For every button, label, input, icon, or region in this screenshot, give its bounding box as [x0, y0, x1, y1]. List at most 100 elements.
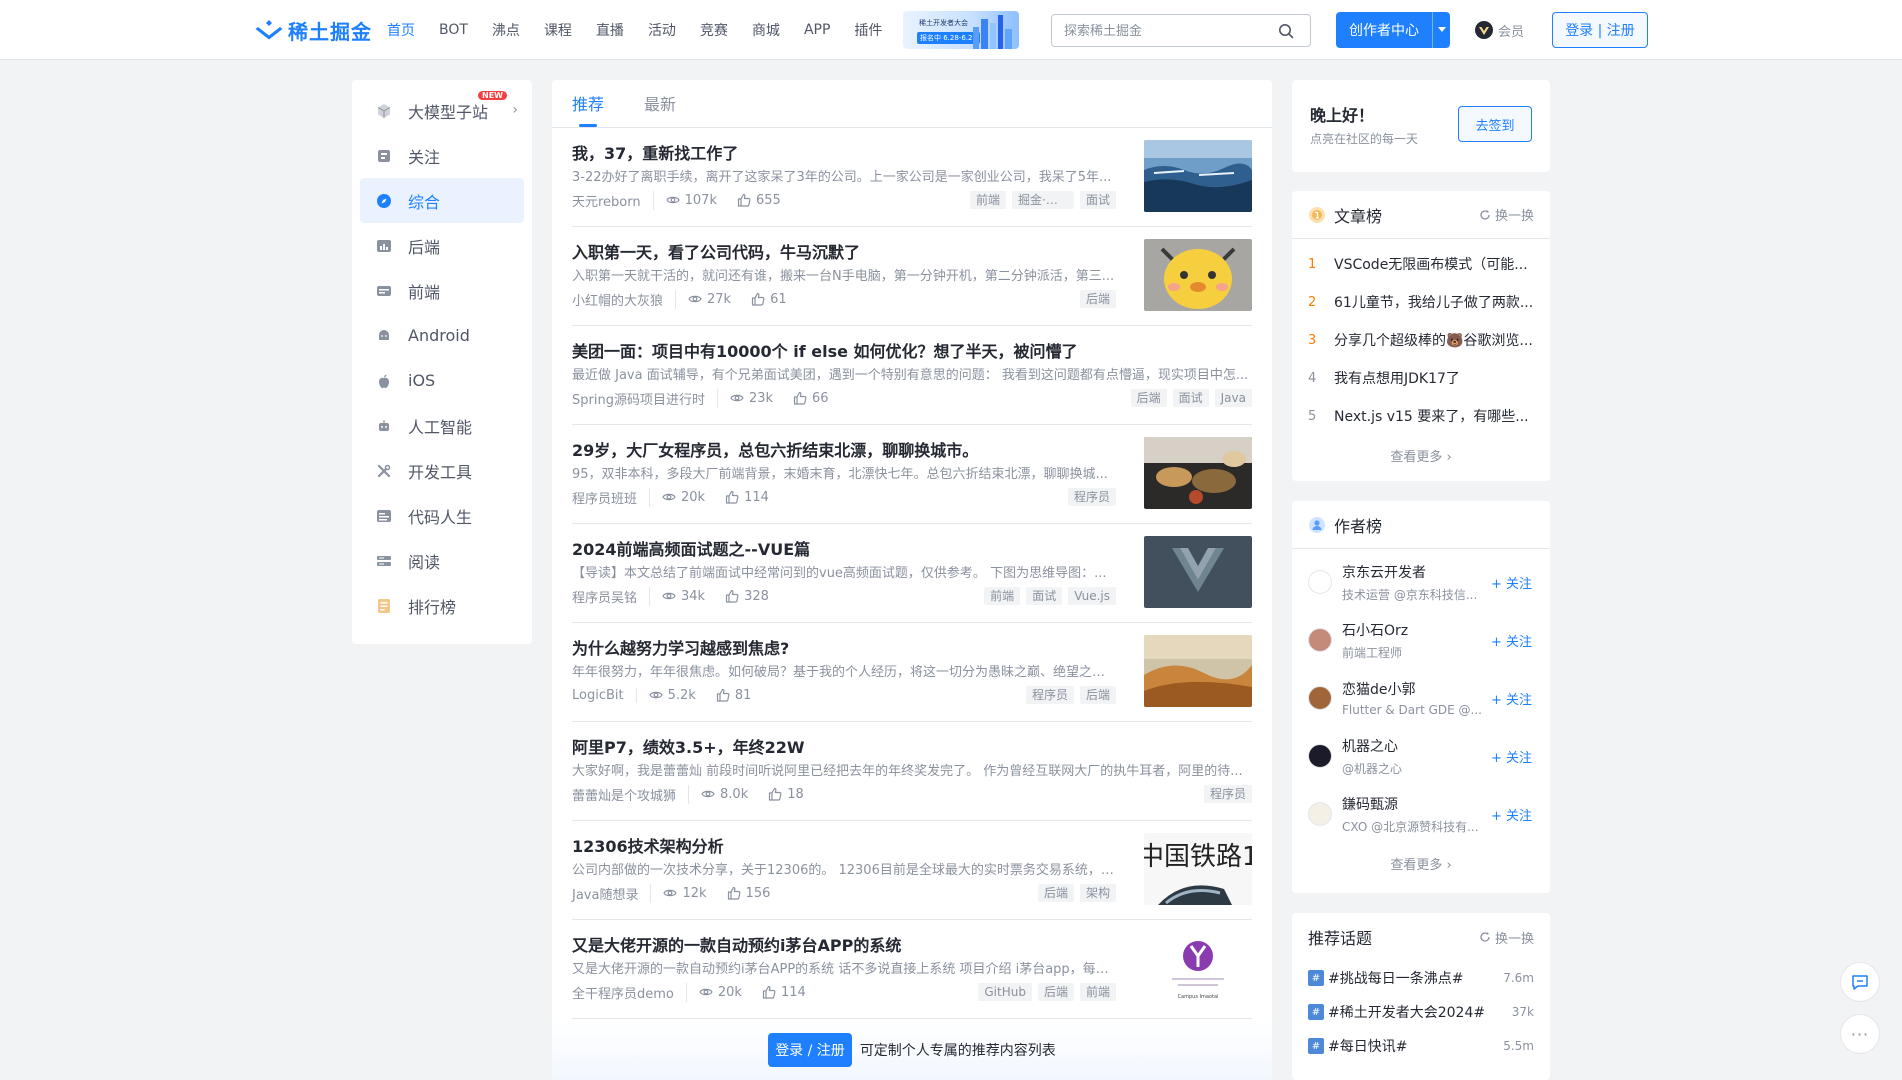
article-tag[interactable]: 后端	[1079, 686, 1116, 704]
author-item[interactable]: 鎌码甄源 CXO @北京源赞科技有... + 关注	[1292, 785, 1550, 843]
article-item[interactable]: 2024前端高频面试题之--VUE篇 【导读】本文总结了前端面试中经常问到的vue…	[572, 524, 1252, 623]
follow-button[interactable]: + 关注	[1491, 805, 1532, 824]
topic-item[interactable]: # #稀土开发者大会2024# 37k	[1292, 995, 1550, 1029]
vip-entry[interactable]: 会员	[1474, 20, 1524, 40]
like-count[interactable]: 328	[725, 589, 769, 604]
creator-dropdown-toggle[interactable]	[1432, 12, 1450, 48]
author-avatar[interactable]	[1308, 628, 1332, 652]
article-thumbnail[interactable]	[1144, 635, 1252, 707]
check-in-button[interactable]: 去签到	[1458, 106, 1532, 142]
article-tag[interactable]: 面试	[1172, 389, 1209, 407]
article-title[interactable]: 阿里P7，绩效3.5+，年终22W	[572, 734, 1252, 758]
article-thumbnail[interactable]	[1144, 536, 1252, 608]
topics-refresh[interactable]: 换一换	[1479, 928, 1534, 947]
article-tag[interactable]: 后端	[1037, 884, 1074, 902]
nav-course[interactable]: 课程	[544, 20, 572, 40]
like-count[interactable]: 114	[762, 985, 806, 1000]
article-tag[interactable]: Java	[1214, 389, 1252, 407]
rank-item[interactable]: 5 Next.js v15 要来了，有哪些...	[1292, 397, 1550, 435]
article-tag[interactable]: 后端	[1037, 983, 1074, 1001]
search-button[interactable]	[1262, 15, 1310, 46]
article-tag[interactable]: 前端	[984, 587, 1021, 605]
like-count[interactable]: 61	[751, 292, 787, 307]
article-thumbnail[interactable]: 中国铁路1	[1144, 833, 1252, 905]
author-rank-more-link[interactable]: 查看更多 ›	[1292, 843, 1550, 883]
login-register-button[interactable]: 登录 | 注册	[1552, 12, 1648, 48]
article-tag[interactable]: 前端	[969, 191, 1006, 209]
nav-events[interactable]: 活动	[648, 20, 676, 40]
article-title[interactable]: 入职第一天，看了公司代码，牛马沉默了	[572, 239, 1132, 263]
article-thumbnail[interactable]	[1144, 140, 1252, 212]
author-item[interactable]: 京东云开发者 技术运营 @京东科技信... + 关注	[1292, 553, 1550, 611]
follow-button[interactable]: + 关注	[1491, 631, 1532, 650]
nav-live[interactable]: 直播	[596, 20, 624, 40]
nav-home[interactable]: 首页	[387, 20, 415, 40]
article-item[interactable]: 入职第一天，看了公司代码，牛马沉默了 入职第一天就干活的，就问还有谁，搬来一台N手…	[572, 227, 1252, 326]
article-rank-more-link[interactable]: 查看更多 ›	[1292, 435, 1550, 475]
author-avatar[interactable]	[1308, 744, 1332, 768]
article-tag[interactable]: 程序员	[1203, 785, 1252, 803]
article-item[interactable]: 我，37，重新找工作了 3-22办好了离职手续，离开了这家呆了3年的公司。上一家公…	[572, 128, 1252, 227]
rank-item[interactable]: 3 分享几个超级棒的🐻谷歌浏览...	[1292, 321, 1550, 359]
sidebar-item-android[interactable]: Android	[360, 313, 524, 358]
article-thumbnail[interactable]	[1144, 437, 1252, 509]
feed-login-button[interactable]: 登录 / 注册	[768, 1033, 852, 1067]
rank-item[interactable]: 4 我有点想用JDK17了	[1292, 359, 1550, 397]
nav-bot[interactable]: BOT	[439, 22, 468, 38]
author-name[interactable]: 石小石Orz	[1342, 620, 1482, 640]
like-count[interactable]: 66	[793, 391, 829, 406]
sidebar-item-ranking[interactable]: 排行榜	[360, 583, 524, 628]
sidebar-item-backend[interactable]: 后端	[360, 223, 524, 268]
sidebar-item-llm[interactable]: 大模型子站 NEW ›	[360, 88, 524, 133]
article-author[interactable]: 蕾蕾灿是个攻城狮	[572, 784, 690, 804]
article-author[interactable]: 程序员吴铭	[572, 586, 651, 606]
article-item[interactable]: 又是大佬开源的一款自动预约i茅台APP的系统 又是大佬开源的一款自动预约i茅台AP…	[572, 920, 1252, 1019]
like-count[interactable]: 114	[725, 490, 769, 505]
article-item[interactable]: 12306技术架构分析 公司内部做的一次技术分享，关于12306的。 12306目…	[572, 821, 1252, 920]
search-input[interactable]	[1052, 23, 1252, 38]
conference-promo-banner[interactable]: 稀土开发者大会 报名中 6.28-6.29	[903, 11, 1019, 49]
article-tag[interactable]: 程序员	[1067, 488, 1116, 506]
article-thumbnail[interactable]	[1144, 239, 1252, 311]
article-tag[interactable]: 后端	[1079, 290, 1116, 308]
nav-plugin[interactable]: 插件	[854, 20, 882, 40]
author-avatar[interactable]	[1308, 570, 1332, 594]
sidebar-item-ai[interactable]: 人工智能	[360, 403, 524, 448]
nav-app[interactable]: APP	[804, 22, 830, 38]
creator-center-button[interactable]: 创作者中心	[1336, 12, 1450, 48]
article-author[interactable]: 小红帽的大灰狼	[572, 289, 677, 309]
article-rank-refresh[interactable]: 换一换	[1479, 205, 1534, 224]
author-name[interactable]: 恋猫de小郭	[1342, 679, 1482, 699]
sidebar-item-follow[interactable]: 关注	[360, 133, 524, 178]
nav-shop[interactable]: 商城	[752, 20, 780, 40]
nav-pins[interactable]: 沸点	[492, 20, 520, 40]
sidebar-item-frontend[interactable]: 前端	[360, 268, 524, 313]
tab-recommend[interactable]: 推荐	[572, 91, 604, 127]
follow-button[interactable]: + 关注	[1491, 573, 1532, 592]
sidebar-item-code-life[interactable]: 代码人生	[360, 493, 524, 538]
article-title[interactable]: 美团一面：项目中有10000个 if else 如何优化？想了半天，被问懵了	[572, 338, 1252, 362]
article-item[interactable]: 29岁，大厂女程序员，总包六折结束北漂，聊聊换城市。 95，双非本科，多段大厂前端…	[572, 425, 1252, 524]
article-title[interactable]: 2024前端高频面试题之--VUE篇	[572, 536, 1132, 560]
article-author[interactable]: Java随想录	[572, 883, 652, 903]
article-author[interactable]: 程序员班班	[572, 487, 651, 507]
article-tag[interactable]: Vue.js	[1068, 587, 1116, 605]
nav-contest[interactable]: 竞赛	[700, 20, 728, 40]
like-count[interactable]: 156	[727, 886, 770, 901]
article-tag[interactable]: 后端	[1130, 389, 1167, 407]
topic-item[interactable]: # #挑战每日一条沸点# 7.6m	[1292, 961, 1550, 995]
follow-button[interactable]: + 关注	[1491, 747, 1532, 766]
logo[interactable]: 稀土掘金	[254, 16, 372, 44]
article-title[interactable]: 我，37，重新找工作了	[572, 140, 1132, 164]
author-name[interactable]: 鎌码甄源	[1342, 794, 1482, 814]
article-title[interactable]: 又是大佬开源的一款自动预约i茅台APP的系统	[572, 932, 1132, 956]
like-count[interactable]: 81	[716, 688, 751, 703]
more-options-button[interactable]: ···	[1840, 1014, 1880, 1054]
article-item[interactable]: 阿里P7，绩效3.5+，年终22W 大家好啊，我是蕾蕾灿 前段时间听说阿里已经把去…	[572, 722, 1252, 821]
sidebar-item-general[interactable]: 综合	[360, 178, 524, 223]
like-count[interactable]: 655	[737, 193, 781, 208]
author-name[interactable]: 机器之心	[1342, 736, 1482, 756]
article-title[interactable]: 29岁，大厂女程序员，总包六折结束北漂，聊聊换城市。	[572, 437, 1132, 461]
author-item[interactable]: 机器之心 @机器之心 + 关注	[1292, 727, 1550, 785]
article-author[interactable]: LogicBit	[572, 687, 637, 703]
